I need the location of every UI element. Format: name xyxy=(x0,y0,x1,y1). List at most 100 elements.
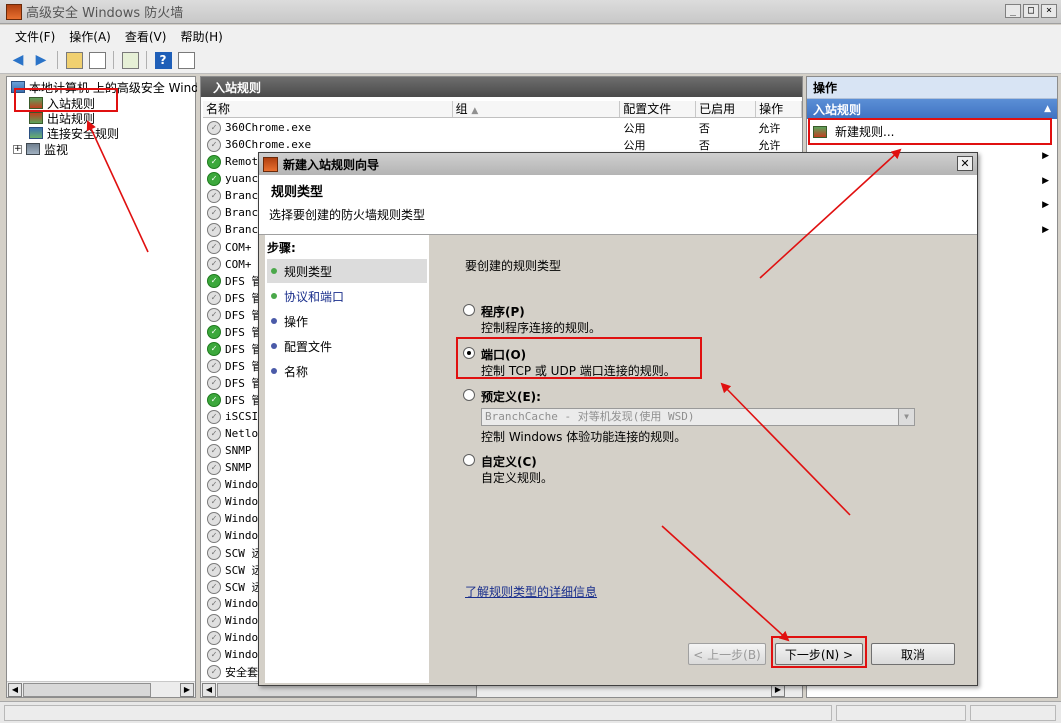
learn-more-link[interactable]: 了解规则类型的详细信息 xyxy=(465,583,597,600)
cancel-button[interactable]: 取消 xyxy=(871,643,955,665)
rule-disabled-icon: ✓ xyxy=(207,545,221,560)
rule-disabled-icon: ✓ xyxy=(207,120,221,135)
column-action[interactable]: 操作 xyxy=(756,101,802,117)
show-hide-tree-icon[interactable] xyxy=(87,50,107,70)
inbound-rules-icon xyxy=(29,97,43,109)
tree-root[interactable]: 本地计算机 上的高级安全 Windows 防火墙 xyxy=(11,79,197,95)
dialog-title: 新建入站规则向导 xyxy=(283,157,380,172)
step-dot-icon xyxy=(271,268,277,274)
maximize-button[interactable]: □ xyxy=(1023,4,1039,18)
rule-enabled-cell: 否 xyxy=(698,121,710,135)
step-name: 名称 xyxy=(267,359,308,383)
column-group[interactable]: 组 ▲ xyxy=(453,101,621,117)
back-arrow-icon[interactable]: ◀ xyxy=(8,50,28,70)
submenu-arrow-icon[interactable]: ▶ xyxy=(1042,151,1049,161)
menu-action[interactable]: 操作(A) xyxy=(62,28,118,45)
column-name[interactable]: 名称 xyxy=(203,101,453,117)
submenu-arrow-icon[interactable]: ▶ xyxy=(1042,200,1049,210)
step-rule-type[interactable]: 规则类型 xyxy=(267,259,427,283)
tree-item-monitor[interactable]: + 监视 xyxy=(13,141,68,157)
step-dot-icon xyxy=(271,368,277,374)
dialog-titlebar: 新建入站规则向导 ✕ xyxy=(259,153,977,175)
step-label: 操作 xyxy=(284,314,309,329)
rule-disabled-icon: ✓ xyxy=(207,239,221,254)
dialog-close-button[interactable]: ✕ xyxy=(957,156,973,171)
option-desc: 控制 Windows 体验功能连接的规则。 xyxy=(481,430,687,444)
rule-disabled-icon: ✓ xyxy=(207,511,221,526)
rule-disabled-icon: ✓ xyxy=(207,358,221,373)
action-new-rule[interactable]: 新建规则... xyxy=(807,119,1057,144)
actions-section[interactable]: 入站规则 ▲ xyxy=(807,99,1057,119)
rule-disabled-icon: ✓ xyxy=(207,443,221,458)
firewall-icon xyxy=(6,3,22,20)
rule-name-cell: 360Chrome.exe xyxy=(225,121,312,134)
rule-disabled-icon: ✓ xyxy=(207,307,221,322)
table-row[interactable]: ✓ 360Chrome.exe 公用 否 允许 xyxy=(203,119,802,136)
up-folder-icon[interactable] xyxy=(64,50,84,70)
forward-arrow-icon[interactable]: ▶ xyxy=(31,50,51,70)
tree-item-label: 监视 xyxy=(44,142,69,157)
toolbar: ◀ ▶ ? xyxy=(0,47,1061,74)
actions-section-label: 入站规则 xyxy=(813,102,862,117)
navigation-tree: 本地计算机 上的高级安全 Windows 防火墙 入站规则 出站规则 连接安全规… xyxy=(6,76,197,698)
rule-disabled-icon: ✓ xyxy=(207,188,221,203)
rule-enabled-icon: ✓ xyxy=(207,324,221,339)
column-enabled[interactable]: 已启用 xyxy=(696,101,757,117)
scroll-thumb[interactable] xyxy=(23,683,151,697)
predefined-radio[interactable] xyxy=(463,389,475,401)
tree-item-label: 连接安全规则 xyxy=(47,126,120,141)
rule-disabled-icon: ✓ xyxy=(207,613,221,628)
rule-disabled-icon: ✓ xyxy=(207,494,221,509)
minimize-button[interactable]: _ xyxy=(1005,4,1021,18)
new-rule-icon xyxy=(813,125,827,138)
window-title: 高级安全 Windows 防火墙 xyxy=(26,6,184,21)
step-profile: 配置文件 xyxy=(267,334,332,358)
rule-disabled-icon: ✓ xyxy=(207,137,221,152)
option-desc: 控制 TCP 或 UDP 端口连接的规则。 xyxy=(481,364,676,378)
submenu-arrow-icon[interactable]: ▶ xyxy=(1042,176,1049,186)
rule-action-cell: 允许 xyxy=(758,121,781,135)
rule-action-cell: 允许 xyxy=(758,138,781,152)
rule-enabled-icon: ✓ xyxy=(207,392,221,407)
dialog-subheading: 选择要创建的防火墙规则类型 xyxy=(269,208,426,222)
show-action-pane-icon[interactable] xyxy=(176,50,196,70)
table-row[interactable]: ✓ 360Chrome.exe 公用 否 允许 xyxy=(203,136,802,153)
predefined-select[interactable]: BranchCache - 对等机发现(使用 WSD) ▼ xyxy=(481,408,915,426)
menu-file[interactable]: 文件(F) xyxy=(8,28,62,45)
program-radio[interactable] xyxy=(463,304,475,316)
rule-enabled-icon: ✓ xyxy=(207,273,221,288)
chevron-down-icon[interactable]: ▼ xyxy=(898,409,914,425)
rule-profile-cell: 公用 xyxy=(623,121,646,135)
step-protocol-ports[interactable]: 协议和端口 xyxy=(267,284,344,308)
help-icon[interactable]: ? xyxy=(153,50,173,70)
rule-enabled-icon: ✓ xyxy=(207,154,221,169)
scroll-left-icon[interactable]: ◀ xyxy=(8,683,22,697)
step-label: 协议和端口 xyxy=(284,289,345,304)
export-list-icon[interactable] xyxy=(120,50,140,70)
outbound-rules-icon xyxy=(29,112,43,124)
collapse-icon[interactable]: ▲ xyxy=(1044,104,1051,114)
back-button[interactable]: < 上一步(B) xyxy=(688,643,766,665)
scroll-right-icon[interactable]: ▶ xyxy=(180,683,194,697)
menu-view[interactable]: 查看(V) xyxy=(118,28,174,45)
column-profile[interactable]: 配置文件 xyxy=(620,101,697,117)
dialog-header: 规则类型 选择要创建的防火墙规则类型 xyxy=(259,175,977,235)
next-button[interactable]: 下一步(N) > xyxy=(775,643,863,665)
close-button[interactable]: × xyxy=(1041,4,1057,18)
dialog-heading: 规则类型 xyxy=(271,185,324,200)
scroll-left-icon[interactable]: ◀ xyxy=(202,683,216,697)
tree-horizontal-scrollbar[interactable]: ◀ ▶ xyxy=(7,681,195,697)
rule-enabled-cell: 否 xyxy=(698,138,710,152)
rule-type-prompt: 要创建的规则类型 xyxy=(465,259,562,273)
step-dot-icon xyxy=(271,343,277,349)
rule-disabled-icon: ✓ xyxy=(207,596,221,611)
tree-item-connection-security[interactable]: 连接安全规则 xyxy=(29,125,119,141)
menu-help[interactable]: 帮助(H) xyxy=(173,28,229,45)
expand-icon[interactable]: + xyxy=(13,144,22,154)
rule-name-cell: 360Chrome.exe xyxy=(225,138,312,151)
custom-radio[interactable] xyxy=(463,454,475,466)
port-radio[interactable] xyxy=(463,347,475,359)
submenu-arrow-icon[interactable]: ▶ xyxy=(1042,225,1049,235)
monitor-icon xyxy=(26,143,40,155)
window-titlebar: 高级安全 Windows 防火墙 _ □ × xyxy=(0,0,1061,24)
